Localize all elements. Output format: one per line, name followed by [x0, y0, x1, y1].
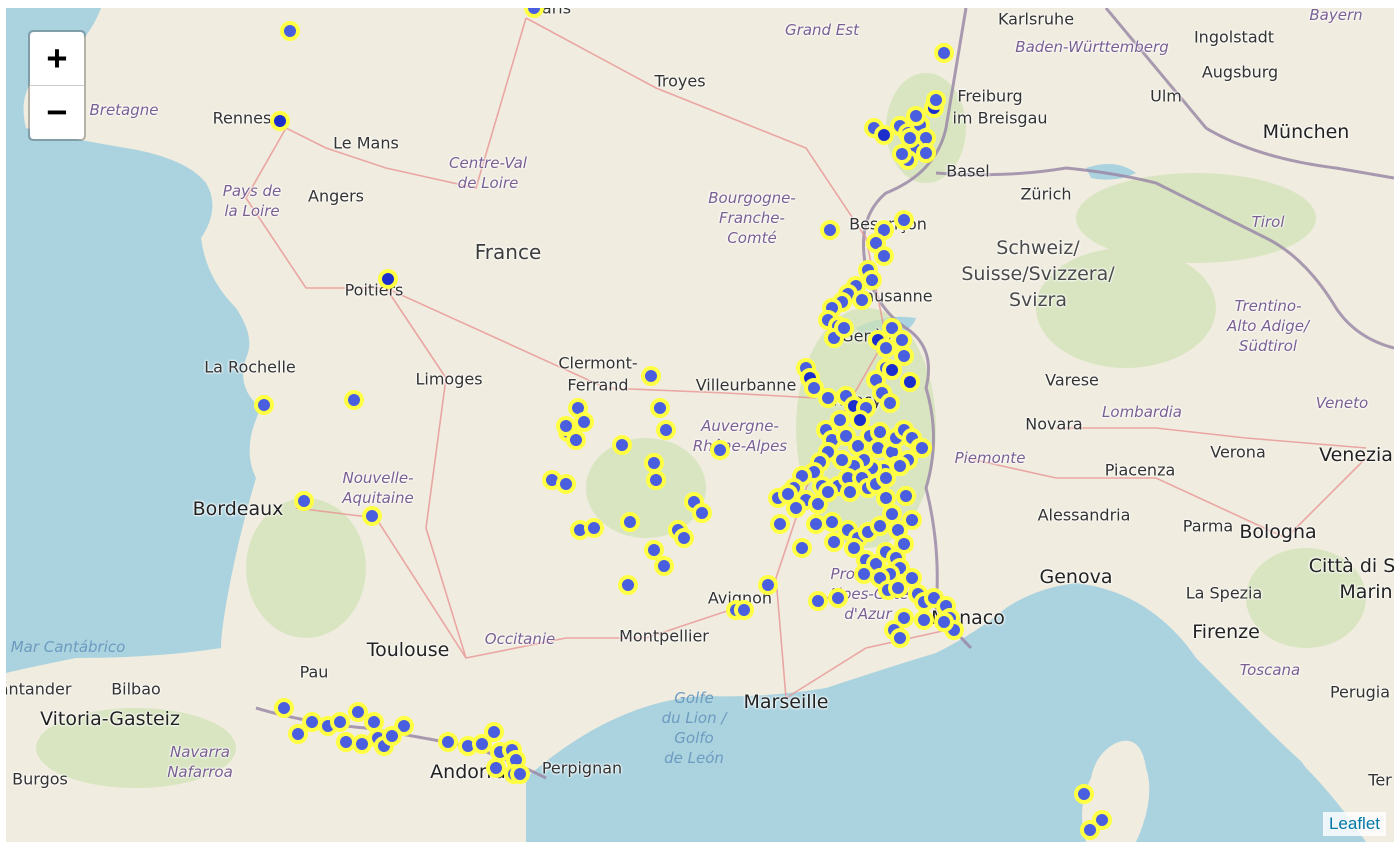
- map-marker[interactable]: [650, 398, 670, 418]
- map-marker[interactable]: [556, 416, 576, 436]
- map-marker[interactable]: [438, 732, 458, 752]
- map-marker[interactable]: [880, 393, 900, 413]
- map-marker[interactable]: [656, 420, 676, 440]
- map-marker[interactable]: [890, 456, 910, 476]
- map-marker[interactable]: [641, 366, 661, 386]
- zoom-out-button[interactable]: −: [30, 86, 84, 139]
- map-marker[interactable]: [882, 360, 902, 380]
- map-marker[interactable]: [274, 698, 294, 718]
- map-marker[interactable]: [758, 575, 778, 595]
- zoom-control: + −: [28, 30, 86, 141]
- map-marker[interactable]: [280, 21, 300, 41]
- map-marker[interactable]: [934, 43, 954, 63]
- map-marker[interactable]: [834, 318, 854, 338]
- map-marker[interactable]: [584, 518, 604, 538]
- map-marker[interactable]: [854, 564, 874, 584]
- map-marker[interactable]: [808, 591, 828, 611]
- map-container[interactable]: Rennes Le Mans Angers Troyes Poitiers La…: [6, 8, 1394, 842]
- map-marker[interactable]: [692, 503, 712, 523]
- map-marker[interactable]: [874, 246, 894, 266]
- map-marker[interactable]: [644, 453, 664, 473]
- map-marker[interactable]: [352, 734, 372, 754]
- map-marker[interactable]: [896, 486, 916, 506]
- map-marker[interactable]: [828, 588, 848, 608]
- map-marker[interactable]: [770, 514, 790, 534]
- map-marker[interactable]: [674, 528, 694, 548]
- map-marker[interactable]: [862, 270, 882, 290]
- map-marker[interactable]: [876, 468, 896, 488]
- map-marker[interactable]: [348, 702, 368, 722]
- map-marker[interactable]: [926, 90, 946, 110]
- map-marker[interactable]: [510, 764, 530, 784]
- map-marker[interactable]: [902, 568, 922, 588]
- map-marker[interactable]: [934, 612, 954, 632]
- map-marker[interactable]: [852, 290, 872, 310]
- map-marker[interactable]: [362, 506, 382, 526]
- map-marker[interactable]: [912, 438, 932, 458]
- map-marker[interactable]: [894, 346, 914, 366]
- map-marker[interactable]: [486, 758, 506, 778]
- map-marker[interactable]: [270, 111, 290, 131]
- map-marker[interactable]: [892, 144, 912, 164]
- map-marker[interactable]: [892, 330, 912, 350]
- map-marker[interactable]: [792, 538, 812, 558]
- map-marker[interactable]: [288, 724, 308, 744]
- map-marker[interactable]: [916, 143, 936, 163]
- map-marker[interactable]: [344, 390, 364, 410]
- map-marker[interactable]: [876, 338, 896, 358]
- map-marker[interactable]: [378, 269, 398, 289]
- map-marker[interactable]: [254, 395, 274, 415]
- map-marker[interactable]: [820, 220, 840, 240]
- attribution: Leaflet: [1322, 812, 1386, 836]
- map-marker[interactable]: [734, 600, 754, 620]
- map-marker[interactable]: [900, 372, 920, 392]
- map-marker[interactable]: [818, 482, 838, 502]
- map-marker[interactable]: [646, 470, 666, 490]
- map-marker[interactable]: [786, 498, 806, 518]
- map-marker[interactable]: [302, 712, 322, 732]
- map-marker[interactable]: [524, 8, 544, 18]
- map-marker[interactable]: [618, 575, 638, 595]
- map-marker[interactable]: [654, 556, 674, 576]
- map-marker[interactable]: [364, 712, 384, 732]
- map-marker[interactable]: [874, 125, 894, 145]
- map-marker[interactable]: [850, 410, 870, 430]
- map-marker[interactable]: [882, 504, 902, 524]
- map-marker[interactable]: [556, 474, 576, 494]
- map-marker[interactable]: [336, 732, 356, 752]
- map-marker[interactable]: [620, 512, 640, 532]
- map-marker[interactable]: [806, 514, 826, 534]
- map-marker[interactable]: [894, 210, 914, 230]
- map-marker[interactable]: [824, 532, 844, 552]
- map-marker[interactable]: [1074, 784, 1094, 804]
- map-marker[interactable]: [710, 440, 730, 460]
- map-marker[interactable]: [382, 726, 402, 746]
- map-marker[interactable]: [914, 610, 934, 630]
- zoom-in-button[interactable]: +: [30, 32, 84, 86]
- map-marker[interactable]: [906, 106, 926, 126]
- map-marker[interactable]: [900, 128, 920, 148]
- marker-layer[interactable]: [6, 8, 1394, 842]
- map-marker[interactable]: [330, 712, 350, 732]
- map-marker[interactable]: [1080, 820, 1100, 840]
- map-marker[interactable]: [612, 435, 632, 455]
- map-marker[interactable]: [484, 722, 504, 742]
- map-marker[interactable]: [818, 388, 838, 408]
- map-marker[interactable]: [822, 512, 842, 532]
- map-marker[interactable]: [890, 628, 910, 648]
- attribution-link[interactable]: Leaflet: [1329, 814, 1380, 833]
- map-marker[interactable]: [840, 482, 860, 502]
- map-marker[interactable]: [574, 412, 594, 432]
- map-marker[interactable]: [870, 422, 890, 442]
- page-frame: Rennes Le Mans Angers Troyes Poitiers La…: [0, 0, 1400, 850]
- map-marker[interactable]: [644, 540, 664, 560]
- map-marker[interactable]: [294, 491, 314, 511]
- map-marker[interactable]: [876, 488, 896, 508]
